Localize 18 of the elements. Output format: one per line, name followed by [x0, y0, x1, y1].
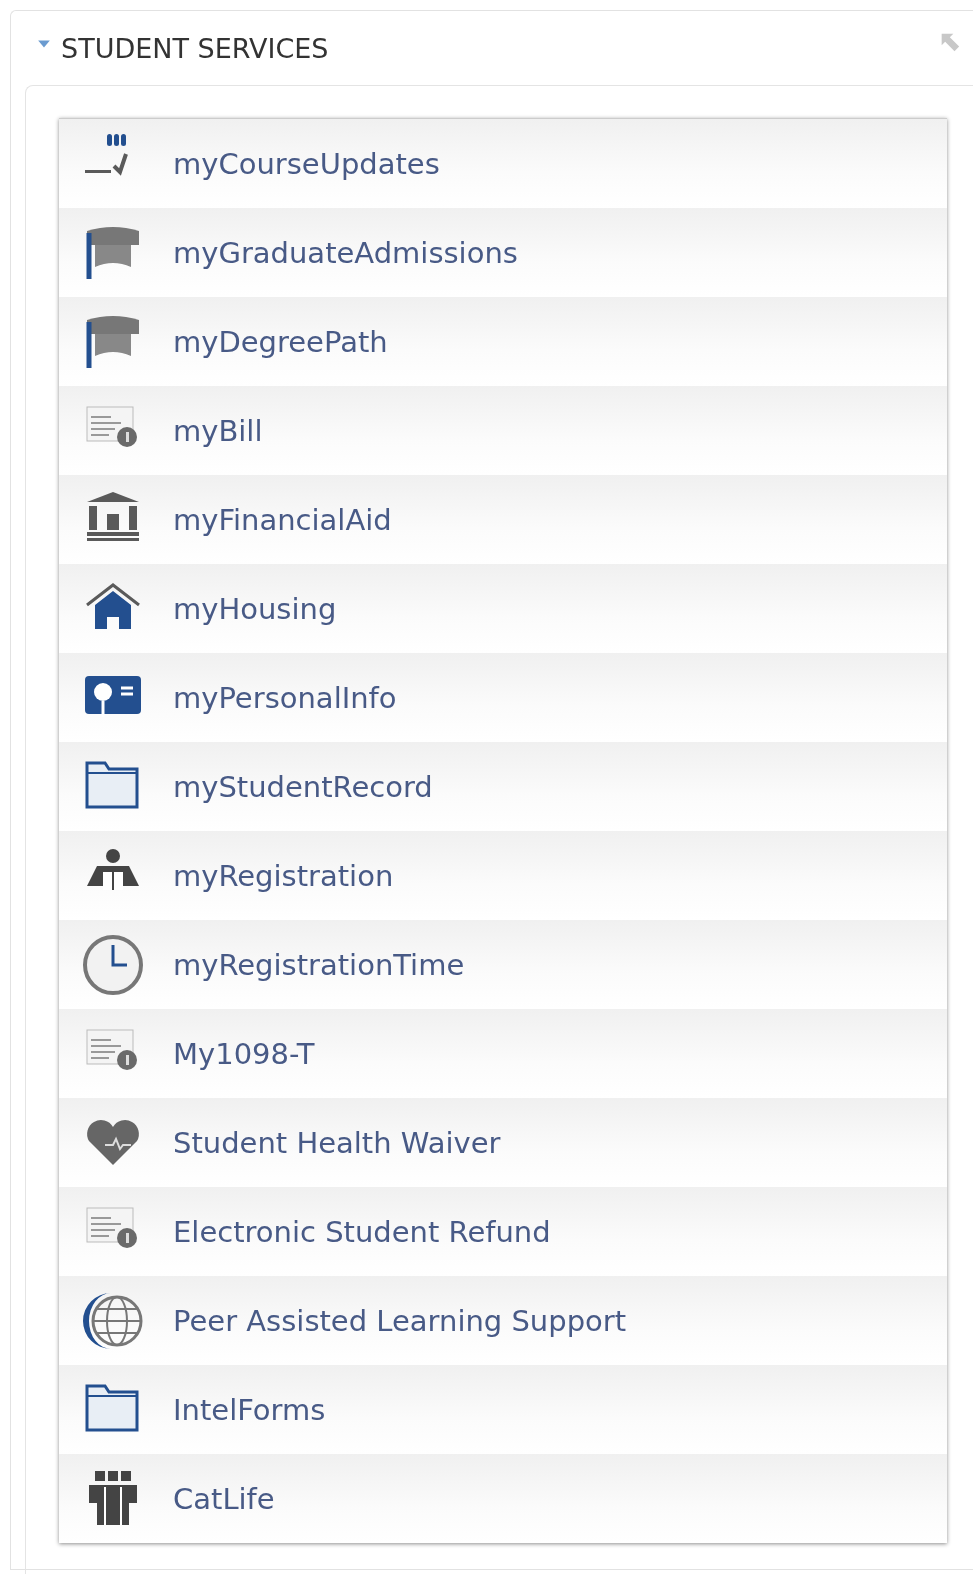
service-link[interactable]: myRegistration [59, 831, 947, 920]
service-link[interactable]: myDegreePath [59, 297, 947, 386]
service-link[interactable]: myBill [59, 386, 947, 475]
service-link[interactable]: Electronic Student Refund [59, 1187, 947, 1276]
service-link[interactable]: myPersonalInfo [59, 653, 947, 742]
service-link[interactable]: myGraduateAdmissions [59, 208, 947, 297]
service-link[interactable]: myFinancialAid [59, 475, 947, 564]
clock-icon [81, 932, 145, 997]
service-link[interactable]: myCourseUpdates [59, 119, 947, 208]
service-link[interactable]: myRegistrationTime [59, 920, 947, 1009]
service-link[interactable]: myHousing [59, 564, 947, 653]
service-link[interactable]: myStudentRecord [59, 742, 947, 831]
service-link[interactable]: Peer Assisted Learning Support [59, 1276, 947, 1365]
portlet-title: STUDENT SERVICES [61, 32, 329, 64]
service-link[interactable]: IntelForms [59, 1365, 947, 1454]
service-link[interactable]: CatLife [59, 1454, 947, 1543]
service-link[interactable]: My1098-T [59, 1009, 947, 1098]
service-link[interactable]: Student Health Waiver [59, 1098, 947, 1187]
